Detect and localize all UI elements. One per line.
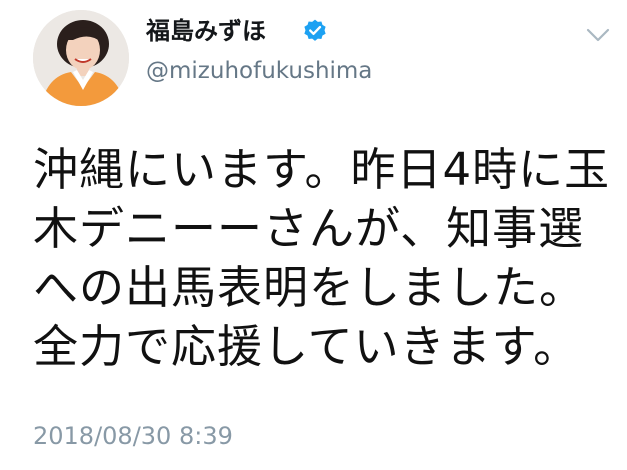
tweet-text: 沖縄にいます。昨日4時に玉 木デニーーさんが、知事選 への出馬表明をしました。 … xyxy=(33,140,613,376)
tweet-card: 福島みずほ @mizuhofukushima 沖縄にいます。昨日4時に玉 木デニ… xyxy=(0,0,627,470)
chevron-down-icon[interactable] xyxy=(584,24,612,46)
tweet-text-line: 木デニーーさんが、知事選 xyxy=(33,202,585,255)
avatar-image xyxy=(33,10,129,106)
display-name[interactable]: 福島みずほ xyxy=(146,14,266,48)
tweet-text-line: 沖縄にいます。昨日4時に玉 xyxy=(33,143,611,196)
tweet-text-line: への出馬表明をしました。 xyxy=(33,261,586,314)
tweet-timestamp[interactable]: 2018/08/30 8:39 xyxy=(33,420,233,452)
tweet-text-line: 全力で応援していきます。 xyxy=(33,320,580,373)
user-handle[interactable]: @mizuhofukushima xyxy=(146,56,372,86)
avatar[interactable] xyxy=(33,10,129,106)
verified-badge-icon xyxy=(304,19,326,41)
